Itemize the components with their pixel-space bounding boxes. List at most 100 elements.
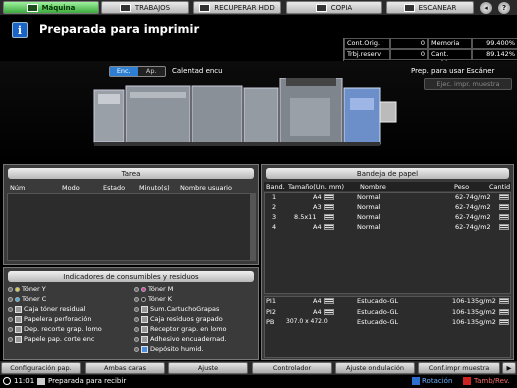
consumable-binding-adhesive[interactable]: Adhesivo encuadernad. xyxy=(134,335,226,344)
status-dot-icon xyxy=(134,317,139,322)
tab-machine[interactable]: Máquina xyxy=(3,1,99,14)
counter-row: Trbj.reserv 0 Cant. archiv. 89.142% xyxy=(344,49,517,67)
counter-value: 99.400% xyxy=(472,38,517,49)
power-off-option[interactable]: Ap. xyxy=(138,67,166,76)
consumables-panel: Indicadores de consumibles y residuos Tó… xyxy=(3,267,259,360)
consumable-punch-waste[interactable]: Papelera perforación xyxy=(8,315,91,324)
volume-icon[interactable]: ◂ xyxy=(480,2,492,14)
tab-scan[interactable]: ESCANEAR xyxy=(386,1,474,14)
tab-recover-hdd-label: RECUPERAR HDD xyxy=(214,3,275,12)
consumable-toner-k[interactable]: Tóner K xyxy=(134,295,172,304)
printer-machine-image[interactable] xyxy=(90,78,410,158)
consumable-staple-waste[interactable]: Caja residuos grapado xyxy=(134,315,223,324)
help-icon[interactable]: ? xyxy=(498,2,510,14)
task-col-number: Núm xyxy=(10,184,26,192)
waste-box-icon xyxy=(15,306,22,313)
table-row[interactable]: PB 307.0 x 472.0 Estucado-GL 106-135g/m2 xyxy=(264,318,511,327)
tray-number: PI1 xyxy=(266,297,276,305)
task-col-minutes: Minuto(s) xyxy=(139,184,170,192)
counter-value: 0 xyxy=(390,38,428,49)
tray-col-name: Nombre xyxy=(360,183,386,191)
tray-size: A4 xyxy=(313,223,322,231)
tray-paper-name: Estucado-GL xyxy=(357,318,399,326)
paper-orientation-icon xyxy=(324,309,334,315)
tray-number: 2 xyxy=(272,203,277,211)
table-row[interactable]: PI2 A4 Estucado-GL 106-135g/m2 xyxy=(264,308,511,317)
counter-label: Cant. archiv. xyxy=(428,49,472,67)
consumable-staple-cartridge[interactable]: Sum.CartuchoGrapas xyxy=(134,305,219,314)
consumable-toner-m[interactable]: Tóner M xyxy=(134,285,173,294)
table-row[interactable]: 4 A4 Normal 62-74g/m2 xyxy=(264,223,511,232)
water-tank-icon xyxy=(141,346,148,353)
paper-settings-button[interactable]: Configuración pap. xyxy=(1,362,81,374)
top-tab-bar: Máquina TRABAJOS RECUPERAR HDD COPIA ESC… xyxy=(0,0,517,15)
task-list-scrollbar[interactable] xyxy=(251,193,256,261)
duplex-button[interactable]: Ambas caras xyxy=(85,362,165,374)
consumable-spine-staple[interactable]: Receptor grap. en lomo xyxy=(134,325,227,334)
tray-weight: 62-74g/m2 xyxy=(455,203,491,211)
hdd-icon xyxy=(199,3,211,12)
curl-adjust-button[interactable]: Ajuste ondulación xyxy=(335,362,415,374)
status-dot-icon xyxy=(8,287,13,292)
tray-size: A4 xyxy=(313,308,322,316)
task-col-username: Nombre usuario xyxy=(180,184,232,192)
tray-number: 1 xyxy=(272,193,277,201)
tray-number: 3 xyxy=(272,213,277,221)
task-list[interactable] xyxy=(7,193,251,261)
task-panel: Tarea Núm Modo Estado Minuto(s) Nombre u… xyxy=(3,164,259,265)
tray-col-weight: Peso xyxy=(454,183,470,191)
consumable-humidifier-tank[interactable]: Depósito humid. xyxy=(134,345,203,354)
tab-copy[interactable]: COPIA xyxy=(286,1,382,14)
paper-orientation-icon xyxy=(324,224,334,230)
consumable-toner-c[interactable]: Tóner C xyxy=(8,295,46,304)
machine-status-title: Preparada para imprimir xyxy=(39,22,200,36)
task-col-status: Estado xyxy=(103,184,126,192)
paper-level-icon xyxy=(499,224,509,230)
status-dot-icon xyxy=(134,337,139,342)
counter-label: Cont.Orig. xyxy=(344,38,390,49)
tray-weight: 62-74g/m2 xyxy=(455,223,491,231)
toner-icon xyxy=(15,287,20,292)
info-icon: i xyxy=(12,22,28,38)
tray-weight: 106-135g/m2 xyxy=(452,308,496,316)
tray-number: PB xyxy=(266,318,275,326)
table-row[interactable]: PI1 A4 Estucado-GL 106-135g/m2 xyxy=(264,297,511,306)
table-row[interactable]: 2 A3 Normal 62-74g/m2 xyxy=(264,203,511,212)
consumable-label: Papelera perforación xyxy=(24,315,92,323)
tab-machine-label: Máquina xyxy=(41,3,76,12)
consumable-waste-toner[interactable]: Caja tóner residual xyxy=(8,305,86,314)
scanner-status: Prep. para usar Escáner xyxy=(411,67,495,75)
adjustment-button[interactable]: Ajuste xyxy=(168,362,248,374)
tab-recover-hdd[interactable]: RECUPERAR HDD xyxy=(193,1,281,14)
sample-print-button[interactable]: Ejec. impr. muestra xyxy=(424,78,512,90)
paper-level-icon xyxy=(499,204,509,210)
consumable-label: Tóner M xyxy=(148,285,174,293)
counter-value: 89.142% xyxy=(472,49,517,60)
punch-icon xyxy=(15,316,22,323)
consumable-label: Tóner Y xyxy=(22,285,46,293)
tab-jobs[interactable]: TRABAJOS xyxy=(101,1,189,14)
power-on-option[interactable]: Enc. xyxy=(110,67,138,76)
tray-size: A4 xyxy=(313,297,322,305)
status-dot-icon xyxy=(8,327,13,332)
consumable-label: Tóner C xyxy=(22,295,47,303)
scan-icon xyxy=(403,3,415,12)
chevron-right-icon[interactable]: ▶ xyxy=(502,362,516,374)
status-dot-icon xyxy=(134,307,139,312)
status-dot-icon xyxy=(8,297,13,302)
table-row[interactable]: 3 8.5x11 Normal 62-74g/m2 xyxy=(264,213,511,222)
tray-weight: 62-74g/m2 xyxy=(455,213,491,221)
tray-paper-name: Normal xyxy=(357,223,381,231)
sample-print-settings-button[interactable]: Conf.impr muestra xyxy=(418,362,500,374)
controller-button[interactable]: Controlador xyxy=(252,362,332,374)
bottom-toolbar: Configuración pap. Ambas caras Ajuste Co… xyxy=(0,361,517,375)
power-toggle[interactable]: Enc. Ap. xyxy=(109,66,166,77)
consumable-spine-trim[interactable]: Dep. recorte grap. lomo xyxy=(8,325,102,334)
printer-icon xyxy=(37,378,45,385)
consumable-toner-y[interactable]: Tóner Y xyxy=(8,285,46,294)
table-row[interactable]: 1 A4 Normal 62-74g/m2 xyxy=(264,193,511,202)
status-dot-icon xyxy=(134,297,139,302)
consumable-trim-paper[interactable]: Papele pap. corte enc xyxy=(8,335,95,344)
paper-orientation-icon xyxy=(324,214,334,220)
consumable-label: Papele pap. corte enc xyxy=(24,335,95,343)
